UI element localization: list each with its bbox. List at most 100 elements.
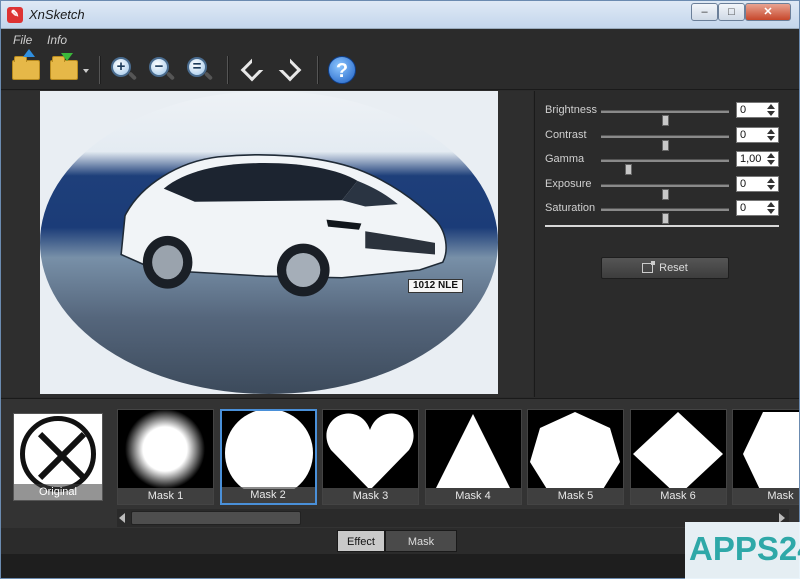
slider-thumb[interactable] [662,213,669,224]
tab-mask[interactable]: Mask [385,530,457,552]
mask-tile[interactable]: Mask 6 [629,409,727,505]
zoom-in-icon: + [111,57,138,83]
zoom-fit-button[interactable]: = [183,53,217,87]
maximize-button[interactable]: □ [718,3,745,21]
reset-icon [642,261,656,273]
spin-down-icon[interactable] [767,160,775,165]
gamma-spinbox[interactable]: 1,00 [736,151,779,167]
slider-thumb[interactable] [662,115,669,126]
scroll-thumb[interactable] [131,511,301,525]
spinbox-value: 0 [740,177,747,190]
original-tile[interactable]: Original [13,413,103,501]
spin-up-icon[interactable] [767,104,775,109]
adjustment-label: Contrast [545,128,587,141]
scroll-left-arrow-icon[interactable] [119,513,125,523]
status-bar [1,554,799,578]
zoom-in-button[interactable]: + [107,53,141,87]
toolbar-separator [317,56,319,84]
spinbox-value: 0 [740,202,747,214]
spin-up-icon[interactable] [767,177,775,183]
mask-label: Mask 6 [630,488,726,504]
adjustment-row-contrast: Contrast 0 [545,126,785,151]
circle-mask-icon [222,411,315,497]
open-button[interactable] [9,49,43,87]
tab-effect[interactable]: Effect [337,530,385,552]
mask-tile[interactable]: Mask 5 [527,409,624,505]
menu-file[interactable]: File [13,33,32,47]
toolbar-separator [227,56,229,84]
app-window: ✎ XnSketch – □ ✕ File Info + − = ? 1012 … [0,0,800,579]
menu-bar: File Info [1,30,799,50]
mask-label: Mask 2 [221,487,315,503]
spin-down-icon[interactable] [767,111,775,116]
brightness-slider[interactable] [601,110,729,126]
triangle-mask-icon [426,410,521,500]
car-illustration [120,154,447,297]
help-icon: ? [328,56,356,84]
rotate-right-button[interactable] [273,53,307,87]
saturation-slider[interactable] [601,208,729,224]
help-button[interactable]: ? [325,53,359,87]
adjustment-row-brightness: Brightness 0 [545,101,785,126]
mask-tile[interactable]: Mask 4 [424,409,522,505]
hexagon-mask-icon [733,410,799,496]
toolbar-separator [99,56,101,84]
close-button[interactable]: ✕ [745,3,791,21]
license-plate: 1012 NLE [408,279,463,293]
rotate-left-icon [239,57,265,83]
reset-label: Reset [659,262,688,274]
slider-thumb[interactable] [662,139,669,151]
mask-tile[interactable]: Mask 1 [117,409,214,505]
adjustment-row-exposure: Exposure 0 [545,175,785,200]
watermark: APPS24 [685,522,800,579]
gamma-slider[interactable] [601,159,729,175]
adjustment-label: Gamma [545,153,585,165]
brightness-spinbox[interactable]: 0 [736,102,779,118]
exposure-slider[interactable] [601,183,729,200]
save-folder-icon [50,53,78,80]
panel-divider [545,225,779,227]
spinbox-value: 1,00 [740,153,762,165]
spinbox-value: 0 [740,104,747,116]
mask-label: Mask 4 [425,488,521,504]
mask-tile[interactable]: Mask 3 [322,409,419,505]
zoom-out-button[interactable]: − [145,53,179,87]
minimize-button[interactable]: – [691,3,718,21]
mask-label: Mask 1 [118,488,213,504]
spin-up-icon[interactable] [767,153,775,158]
toolbar: + − = ? [1,49,799,90]
adjustment-row-gamma: Gamma 1,00 [545,150,785,175]
rotate-left-button[interactable] [235,53,269,87]
zoom-out-icon: − [149,57,176,83]
spin-up-icon[interactable] [767,128,775,134]
menu-info[interactable]: Info [47,33,67,47]
mask-label: Mask 3 [323,488,418,504]
preview-image: 1012 NLE [40,91,498,394]
save-button[interactable] [47,53,89,87]
slider-thumb[interactable] [625,164,633,175]
spin-down-icon[interactable] [767,135,775,141]
mask-tile[interactable]: Mask 2 [219,409,317,505]
contrast-spinbox[interactable]: 0 [736,126,779,143]
open-folder-icon [12,49,40,80]
reset-button[interactable]: Reset [601,257,729,279]
contrast-slider[interactable] [601,134,729,151]
saturation-spinbox[interactable]: 0 [736,200,779,216]
spin-down-icon[interactable] [767,209,775,214]
mask-list: Mask 1 Mask 2 Mask 3 Mask 4 Mask 5 Mask 6 Mask [117,409,799,505]
title-bar[interactable]: ✎ XnSketch – □ ✕ [1,1,799,29]
spin-down-icon[interactable] [767,184,775,190]
soft-circle-mask-icon [118,410,213,491]
slider-thumb[interactable] [662,188,669,200]
no-mask-icon [20,416,96,492]
mask-strip: Original Mask 1 Mask 2 Mask 3 Mask 4 Mask 5M… [1,398,799,528]
chevron-down-icon[interactable] [83,69,89,73]
spin-up-icon[interactable] [767,202,775,207]
original-label: Original [14,484,102,500]
watermark-text: APPS24 [689,530,800,567]
adjustment-label: Saturation [545,202,596,214]
mask-label: Mask 5 [528,488,623,504]
mask-tile[interactable]: Mask [732,409,799,505]
exposure-spinbox[interactable]: 0 [736,175,779,192]
preview-area[interactable]: 1012 NLE [1,91,533,397]
